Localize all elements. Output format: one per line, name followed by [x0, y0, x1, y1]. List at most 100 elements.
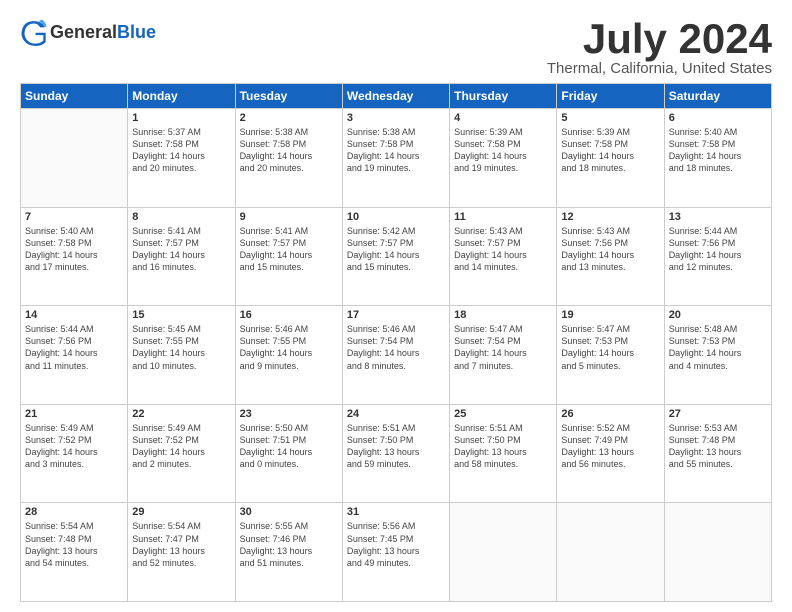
calendar-cell: 15 Sunrise: 5:45 AM Sunset: 7:55 PM Dayli…: [128, 306, 235, 405]
day-number: 31: [347, 506, 445, 518]
day-info: Sunrise: 5:40 AM Sunset: 7:58 PM Dayligh…: [669, 126, 767, 175]
logo-text: GeneralBlue: [50, 22, 156, 43]
day-info: Sunrise: 5:37 AM Sunset: 7:58 PM Dayligh…: [132, 126, 230, 175]
calendar-cell: 18 Sunrise: 5:47 AM Sunset: 7:54 PM Dayli…: [450, 306, 557, 405]
calendar-cell: 27 Sunrise: 5:53 AM Sunset: 7:48 PM Dayli…: [664, 404, 771, 503]
calendar-week-row: 28 Sunrise: 5:54 AM Sunset: 7:48 PM Dayli…: [21, 503, 772, 602]
calendar-header-wednesday: Wednesday: [342, 84, 449, 109]
calendar-cell: 17Sunrise: 5:46 AM Sunset: 7:54 PM Dayli…: [342, 306, 449, 405]
calendar-cell: 28 Sunrise: 5:54 AM Sunset: 7:48 PM Dayli…: [21, 503, 128, 602]
calendar-cell: 9 Sunrise: 5:41 AM Sunset: 7:57 PM Daylig…: [235, 207, 342, 306]
day-number: 27: [669, 408, 767, 420]
day-info: Sunrise: 5:49 AM Sunset: 7:52 PM Dayligh…: [132, 422, 230, 471]
day-info: Sunrise: 5:53 AM Sunset: 7:48 PM Dayligh…: [669, 422, 767, 471]
day-number: 15: [132, 309, 230, 321]
calendar-cell: 7 Sunrise: 5:40 AM Sunset: 7:58 PM Daylig…: [21, 207, 128, 306]
calendar-header-monday: Monday: [128, 84, 235, 109]
day-info: Sunrise: 5:54 AM Sunset: 7:48 PM Dayligh…: [25, 520, 123, 569]
day-number: 10: [347, 211, 445, 223]
calendar-cell: [21, 109, 128, 208]
day-info: Sunrise: 5:46 AM Sunset: 7:55 PM Dayligh…: [240, 323, 338, 372]
day-info: Sunrise: 5:44 AM Sunset: 7:56 PM Dayligh…: [25, 323, 123, 372]
day-info: Sunrise: 5:41 AM Sunset: 7:57 PM Dayligh…: [240, 225, 338, 274]
day-number: 28: [25, 506, 123, 518]
day-number: 8: [132, 211, 230, 223]
day-number: 21: [25, 408, 123, 420]
title-block: July 2024 Thermal, California, United St…: [547, 18, 772, 77]
day-info: Sunrise: 5:45 AM Sunset: 7:55 PM Dayligh…: [132, 323, 230, 372]
day-info: Sunrise: 5:47 AM Sunset: 7:54 PM Dayligh…: [454, 323, 552, 372]
calendar-cell: [664, 503, 771, 602]
day-info: Sunrise: 5:56 AM Sunset: 7:45 PM Dayligh…: [347, 520, 445, 569]
day-info: Sunrise: 5:43 AM Sunset: 7:56 PM Dayligh…: [561, 225, 659, 274]
day-info: Sunrise: 5:38 AM Sunset: 7:58 PM Dayligh…: [347, 126, 445, 175]
logo-blue: Blue: [117, 22, 156, 42]
calendar-header-thursday: Thursday: [450, 84, 557, 109]
calendar-header-saturday: Saturday: [664, 84, 771, 109]
day-info: Sunrise: 5:40 AM Sunset: 7:58 PM Dayligh…: [25, 225, 123, 274]
day-number: 4: [454, 112, 552, 124]
day-info: Sunrise: 5:41 AM Sunset: 7:57 PM Dayligh…: [132, 225, 230, 274]
day-info: Sunrise: 5:44 AM Sunset: 7:56 PM Dayligh…: [669, 225, 767, 274]
day-info: Sunrise: 5:51 AM Sunset: 7:50 PM Dayligh…: [454, 422, 552, 471]
day-info: Sunrise: 5:42 AM Sunset: 7:57 PM Dayligh…: [347, 225, 445, 274]
day-number: 23: [240, 408, 338, 420]
day-info: Sunrise: 5:39 AM Sunset: 7:58 PM Dayligh…: [454, 126, 552, 175]
calendar-header-friday: Friday: [557, 84, 664, 109]
calendar-cell: 20Sunrise: 5:48 AM Sunset: 7:53 PM Dayli…: [664, 306, 771, 405]
day-info: Sunrise: 5:55 AM Sunset: 7:46 PM Dayligh…: [240, 520, 338, 569]
day-number: 30: [240, 506, 338, 518]
day-number: 22: [132, 408, 230, 420]
day-number: 7: [25, 211, 123, 223]
logo-icon: [20, 18, 48, 46]
calendar-cell: 30 Sunrise: 5:55 AM Sunset: 7:46 PM Dayli…: [235, 503, 342, 602]
day-number: 13: [669, 211, 767, 223]
calendar-cell: 12 Sunrise: 5:43 AM Sunset: 7:56 PM Dayli…: [557, 207, 664, 306]
day-info: Sunrise: 5:39 AM Sunset: 7:58 PM Dayligh…: [561, 126, 659, 175]
calendar-cell: 2 Sunrise: 5:38 AM Sunset: 7:58 PM Daylig…: [235, 109, 342, 208]
day-number: 2: [240, 112, 338, 124]
calendar-cell: 19Sunrise: 5:47 AM Sunset: 7:53 PM Dayli…: [557, 306, 664, 405]
calendar-cell: 29 Sunrise: 5:54 AM Sunset: 7:47 PM Dayli…: [128, 503, 235, 602]
calendar-table: SundayMondayTuesdayWednesdayThursdayFrid…: [20, 83, 772, 602]
day-number: 3: [347, 112, 445, 124]
calendar-header-row: SundayMondayTuesdayWednesdayThursdayFrid…: [21, 84, 772, 109]
day-info: Sunrise: 5:43 AM Sunset: 7:57 PM Dayligh…: [454, 225, 552, 274]
calendar-cell: 3 Sunrise: 5:38 AM Sunset: 7:58 PM Daylig…: [342, 109, 449, 208]
day-number: 1: [132, 112, 230, 124]
calendar-cell: 22 Sunrise: 5:49 AM Sunset: 7:52 PM Dayli…: [128, 404, 235, 503]
calendar-week-row: 14 Sunrise: 5:44 AM Sunset: 7:56 PM Dayli…: [21, 306, 772, 405]
calendar-cell: 24Sunrise: 5:51 AM Sunset: 7:50 PM Dayli…: [342, 404, 449, 503]
day-number: 29: [132, 506, 230, 518]
day-number: 5: [561, 112, 659, 124]
day-number: 11: [454, 211, 552, 223]
calendar-cell: 31 Sunrise: 5:56 AM Sunset: 7:45 PM Dayli…: [342, 503, 449, 602]
day-number: 14: [25, 309, 123, 321]
day-info: Sunrise: 5:38 AM Sunset: 7:58 PM Dayligh…: [240, 126, 338, 175]
day-info: Sunrise: 5:54 AM Sunset: 7:47 PM Dayligh…: [132, 520, 230, 569]
calendar-cell: [450, 503, 557, 602]
day-info: Sunrise: 5:50 AM Sunset: 7:51 PM Dayligh…: [240, 422, 338, 471]
calendar-header-tuesday: Tuesday: [235, 84, 342, 109]
calendar-cell: [557, 503, 664, 602]
calendar-cell: 23 Sunrise: 5:50 AM Sunset: 7:51 PM Dayli…: [235, 404, 342, 503]
day-number: 24: [347, 408, 445, 420]
day-info: Sunrise: 5:47 AM Sunset: 7:53 PM Dayligh…: [561, 323, 659, 372]
day-number: 20: [669, 309, 767, 321]
calendar-cell: 13 Sunrise: 5:44 AM Sunset: 7:56 PM Dayli…: [664, 207, 771, 306]
page: GeneralBlue July 2024 Thermal, Californi…: [0, 0, 792, 612]
calendar-week-row: 7 Sunrise: 5:40 AM Sunset: 7:58 PM Daylig…: [21, 207, 772, 306]
day-number: 25: [454, 408, 552, 420]
day-number: 18: [454, 309, 552, 321]
calendar-cell: 21Sunrise: 5:49 AM Sunset: 7:52 PM Dayli…: [21, 404, 128, 503]
day-number: 17: [347, 309, 445, 321]
calendar-cell: 5 Sunrise: 5:39 AM Sunset: 7:58 PM Daylig…: [557, 109, 664, 208]
calendar-week-row: 1 Sunrise: 5:37 AM Sunset: 7:58 PM Daylig…: [21, 109, 772, 208]
day-number: 9: [240, 211, 338, 223]
calendar-cell: 14 Sunrise: 5:44 AM Sunset: 7:56 PM Dayli…: [21, 306, 128, 405]
calendar-cell: 10 Sunrise: 5:42 AM Sunset: 7:57 PM Dayli…: [342, 207, 449, 306]
title-month: July 2024: [547, 18, 772, 60]
calendar-week-row: 21 Sunrise: 5:49 AM Sunset: 7:52 PM Dayli…: [21, 404, 772, 503]
day-number: 26: [561, 408, 659, 420]
day-number: 12: [561, 211, 659, 223]
